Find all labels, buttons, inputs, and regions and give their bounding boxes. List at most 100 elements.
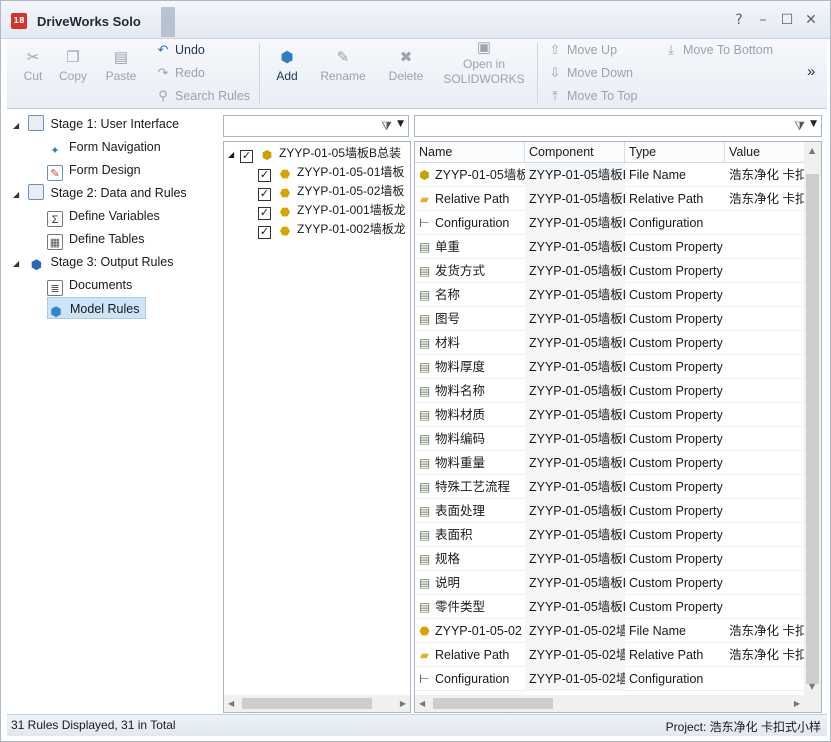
tree-stage-2[interactable]: ◢ Stage 2: Data and Rules [13,182,187,204]
table-row[interactable]: ⊢ Configuration ZYYP-01-05-02墙 Configuratio… [415,667,805,691]
cell-type[interactable]: Configuration [625,211,725,235]
cell-type[interactable]: Custom Property [625,259,725,283]
expanded-arrow-icon[interactable]: ◢ [228,145,240,164]
cell-component[interactable]: ZYYP-01-05墙板B [525,571,625,595]
tree-item-form-navigation[interactable]: ✦ Form Navigation [47,136,167,158]
cell-type[interactable]: Custom Property [625,331,725,355]
move-to-top-button[interactable]: ⤒ Move To Top [547,88,637,104]
chevron-down-icon[interactable]: ▼ [397,119,404,129]
cell-name[interactable]: ⬣ ZYYP-01-05-02 [415,619,525,643]
cell-type[interactable]: Custom Property [625,595,725,619]
cell-value[interactable] [725,403,805,427]
cell-name[interactable]: ▤ 发货方式 [415,259,525,283]
cell-type[interactable]: File Name [625,619,725,643]
cell-name[interactable]: ▤ 表面积 [415,523,525,547]
cell-component[interactable]: ZYYP-01-05墙板B [525,331,625,355]
cell-name[interactable]: ▤ 物料编码 [415,427,525,451]
cell-type[interactable]: Custom Property [625,235,725,259]
cell-type[interactable]: Custom Property [625,355,725,379]
horizontal-scrollbar[interactable]: ◀ ▶ [415,695,821,712]
cell-value[interactable] [725,259,805,283]
cell-type[interactable]: Custom Property [625,427,725,451]
cell-type[interactable]: Custom Property [625,451,725,475]
close-icon[interactable]: ✕ [802,11,820,29]
cell-name[interactable]: ▤ 零件类型 [415,595,525,619]
table-row[interactable]: ⊢ Configuration ZYYP-01-05墙板B Configuration [415,211,805,235]
table-row[interactable]: ▰ Relative Path ZYYP-01-05-02墙 Relative Pat… [415,643,805,667]
redo-button[interactable]: ↷ Redo [155,65,205,81]
cell-component[interactable]: ZYYP-01-05墙板B [525,283,625,307]
scrollbar-thumb[interactable] [242,698,372,709]
cell-component[interactable]: ZYYP-01-05墙板B [525,307,625,331]
table-row[interactable]: ▤ 物料厚度 ZYYP-01-05墙板B Custom Property [415,355,805,379]
cell-type[interactable]: Custom Property [625,523,725,547]
cell-type[interactable]: File Name [625,163,725,187]
model-tree-item[interactable]: ✓ ⬣ ZYYP-01-001墙板龙 [258,201,406,220]
cell-name[interactable]: ▤ 名称 [415,283,525,307]
cell-value[interactable] [725,355,805,379]
scroll-down-icon[interactable]: ▼ [809,682,815,691]
vertical-scrollbar[interactable]: ▲ ▼ [804,142,821,695]
scroll-left-icon[interactable]: ◀ [419,699,425,708]
maximize-icon[interactable]: ☐ [778,11,796,29]
delete-button[interactable]: ✖ Delete [381,49,431,83]
model-tree-item[interactable]: ✓ ⬣ ZYYP-01-002墙板龙 [258,220,406,239]
cell-name[interactable]: ▤ 物料重量 [415,451,525,475]
cell-component[interactable]: ZYYP-01-05墙板B [525,259,625,283]
cell-component[interactable]: ZYYP-01-05墙板B [525,475,625,499]
cell-value[interactable]: 浩东净化 卡扣 [725,619,805,643]
table-row[interactable]: ▤ 发货方式 ZYYP-01-05墙板B Custom Property [415,259,805,283]
cell-name[interactable]: ▤ 图号 [415,307,525,331]
table-row[interactable]: ▤ 说明 ZYYP-01-05墙板B Custom Property [415,571,805,595]
cell-type[interactable]: Custom Property [625,547,725,571]
cell-value[interactable] [725,595,805,619]
tree-stage-3[interactable]: ◢ ⬢ Stage 3: Output Rules [13,251,173,273]
cell-name[interactable]: ▤ 规格 [415,547,525,571]
cell-value[interactable] [725,427,805,451]
cell-type[interactable]: Custom Property [625,283,725,307]
cell-component[interactable]: ZYYP-01-05墙板B [525,379,625,403]
cell-type[interactable]: Relative Path [625,643,725,667]
tree-item-form-design[interactable]: ✎ Form Design [47,159,147,181]
move-to-bottom-button[interactable]: ⤓ Move To Bottom [663,42,773,58]
cell-value[interactable]: 浩东净化 卡扣 [725,643,805,667]
cell-value[interactable]: 浩东净化 卡扣 [725,187,805,211]
cell-component[interactable]: ZYYP-01-05-02墙 [525,643,625,667]
scrollbar-thumb[interactable] [433,698,553,709]
cell-component[interactable]: ZYYP-01-05-02墙 [525,667,625,691]
cell-value[interactable] [725,547,805,571]
cell-name[interactable]: ▤ 物料名称 [415,379,525,403]
tree-item-model-rules[interactable]: ⬢ Model Rules [47,297,147,319]
tree-item-documents[interactable]: ≣ Documents [47,274,138,296]
model-tree-root[interactable]: ◢ ✓ ⬢ ZYYP-01-05墙板B总装 [228,144,401,163]
model-tree-item[interactable]: ✓ ⬣ ZYYP-01-05-02墙板 [258,182,404,201]
search-rules-button[interactable]: ⚲ Search Rules [155,88,250,104]
cell-name[interactable]: ▤ 说明 [415,571,525,595]
cell-type[interactable]: Configuration [625,667,725,691]
table-row[interactable]: ⬣ ZYYP-01-05-02 ZYYP-01-05-02墙 File Name 浩东净… [415,619,805,643]
cell-component[interactable]: ZYYP-01-05墙板B [525,355,625,379]
move-down-button[interactable]: ⇩ Move Down [547,65,633,81]
table-row[interactable]: ▤ 物料重量 ZYYP-01-05墙板B Custom Property [415,451,805,475]
table-row[interactable]: ⬢ ZYYP-01-05墙板 ZYYP-01-05墙板B File Name 浩东净化 … [415,163,805,187]
cell-value[interactable] [725,667,805,691]
scrollbar-thumb[interactable] [806,174,819,684]
cell-value[interactable] [725,475,805,499]
column-header-value[interactable]: Value [725,142,805,163]
table-row[interactable]: ▤ 特殊工艺流程 ZYYP-01-05墙板B Custom Property [415,475,805,499]
cell-type[interactable]: Custom Property [625,403,725,427]
cell-component[interactable]: ZYYP-01-05墙板B [525,427,625,451]
cell-type[interactable]: Custom Property [625,475,725,499]
undo-button[interactable]: ↶ Undo [155,42,205,58]
tree-item-define-variables[interactable]: Σ Define Variables [47,205,166,227]
scroll-right-icon[interactable]: ▶ [400,699,406,708]
cell-name[interactable]: ▰ Relative Path [415,643,525,667]
model-filter-box[interactable]: ⧩ ▼ [223,115,409,137]
table-row[interactable]: ▤ 物料名称 ZYYP-01-05墙板B Custom Property [415,379,805,403]
cell-value[interactable] [725,331,805,355]
table-row[interactable]: ▤ 物料编码 ZYYP-01-05墙板B Custom Property [415,427,805,451]
cell-name[interactable]: ▰ Relative Path [415,187,525,211]
table-row[interactable]: ▰ Relative Path ZYYP-01-05墙板B Relative Path… [415,187,805,211]
open-in-solidworks-button[interactable]: ▣ Open in SOLIDWORKS [439,39,529,86]
cell-component[interactable]: ZYYP-01-05墙板B [525,595,625,619]
